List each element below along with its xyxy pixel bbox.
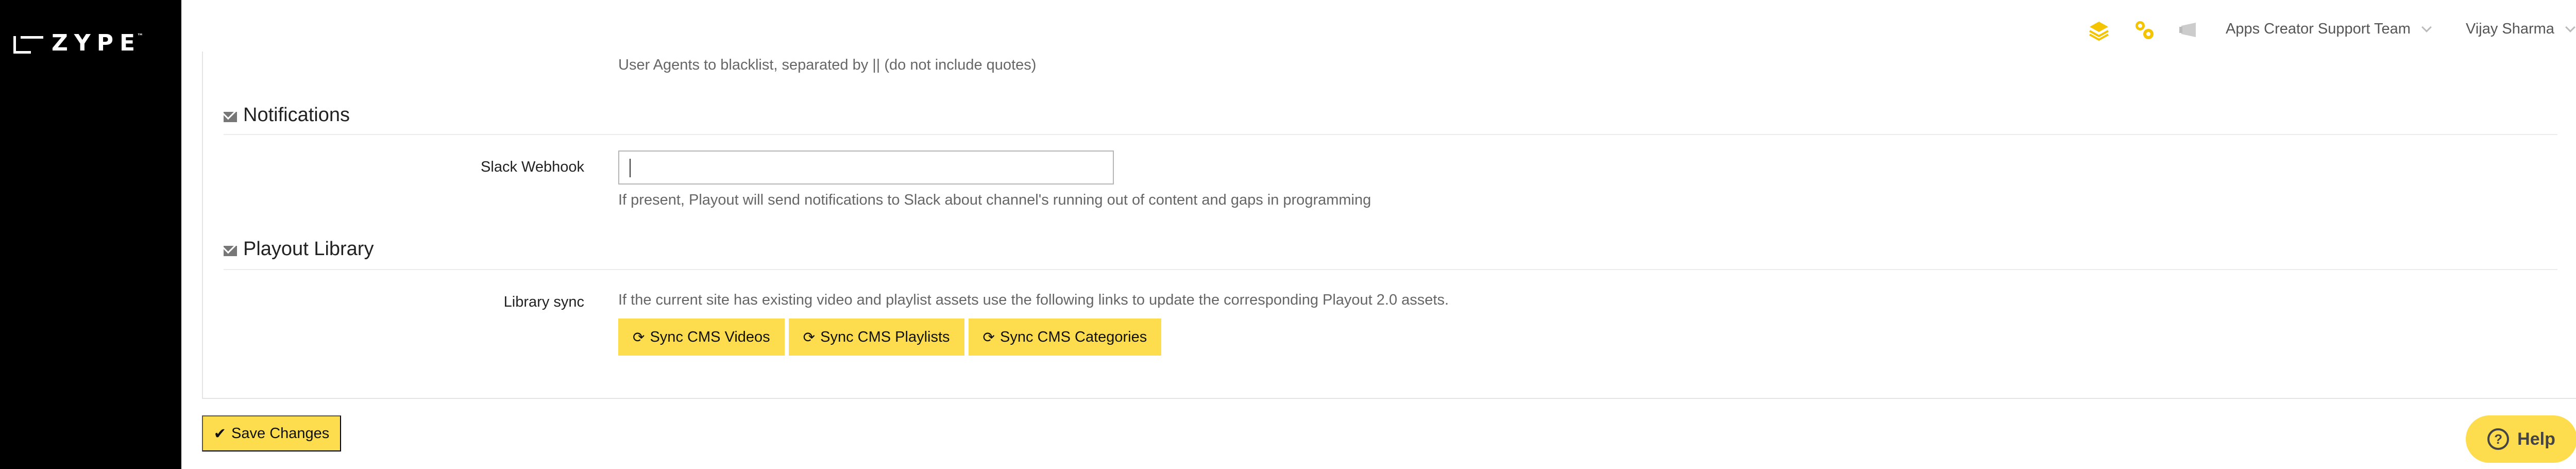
team-menu[interactable]: Apps Creator Support Team [2226,21,2432,38]
refresh-icon: ⟳ [982,329,995,345]
notifications-section-title: Notifications [224,104,350,126]
sync-button-row: ⟳ Sync CMS Videos ⟳ Sync CMS Playlists ⟳… [618,319,1162,356]
sync-cms-categories-label: Sync CMS Categories [999,328,1147,345]
library-sync-help: If the current site has existing video a… [618,292,1449,308]
chevron-down-icon [2565,22,2575,32]
library-sync-label: Library sync [503,294,584,310]
team-label: Apps Creator Support Team [2226,21,2411,37]
envelope-icon [224,245,237,256]
top-bar: Apps Creator Support Team Vijay Sharma [181,0,2576,60]
refresh-icon: ⟳ [803,329,816,345]
logo-trademark: ™ [137,32,144,40]
text-cursor [630,159,631,177]
sidebar: ZYPE ™ [0,0,181,469]
sync-cms-playlists-label: Sync CMS Playlists [820,328,950,345]
envelope-icon [224,111,237,122]
notifications-title: Notifications [243,104,350,126]
user-menu[interactable]: Vijay Sharma [2466,21,2575,38]
user-label: Vijay Sharma [2466,21,2554,37]
layers-icon[interactable] [2088,19,2110,41]
zype-logo-mark-icon [13,33,43,54]
save-changes-button[interactable]: ✔ Save Changes [202,415,341,451]
playout-library-title: Playout Library [243,238,374,260]
refresh-icon: ⟳ [633,329,645,345]
slack-webhook-input[interactable] [618,150,1114,185]
user-agents-help: User Agents to blacklist, separated by |… [618,57,1037,73]
playout-library-section-title: Playout Library [224,238,374,260]
sync-cms-videos-button[interactable]: ⟳ Sync CMS Videos [618,319,785,356]
chevron-down-icon [2421,22,2432,32]
settings-panel: User Agents to blacklist, separated by |… [202,52,2576,399]
help-label: Help [2517,429,2555,449]
section-divider [224,269,2557,270]
sync-cms-playlists-button[interactable]: ⟳ Sync CMS Playlists [788,319,964,356]
logo-text: ZYPE [52,30,142,56]
slack-webhook-help: If present, Playout will send notificati… [618,192,1371,208]
save-changes-label: Save Changes [231,425,330,442]
zype-logo[interactable]: ZYPE ™ [13,30,143,56]
notifications-icon[interactable] [2178,20,2199,40]
integrations-icon[interactable] [2133,19,2156,41]
question-icon: ? [2487,428,2510,450]
check-icon: ✔ [213,425,227,442]
section-divider [224,134,2557,135]
slack-webhook-label: Slack Webhook [481,159,584,175]
sync-cms-categories-button[interactable]: ⟳ Sync CMS Categories [968,319,1162,356]
help-button[interactable]: ? Help [2466,415,2576,463]
top-icons [2088,19,2199,41]
sync-cms-videos-label: Sync CMS Videos [650,328,770,345]
